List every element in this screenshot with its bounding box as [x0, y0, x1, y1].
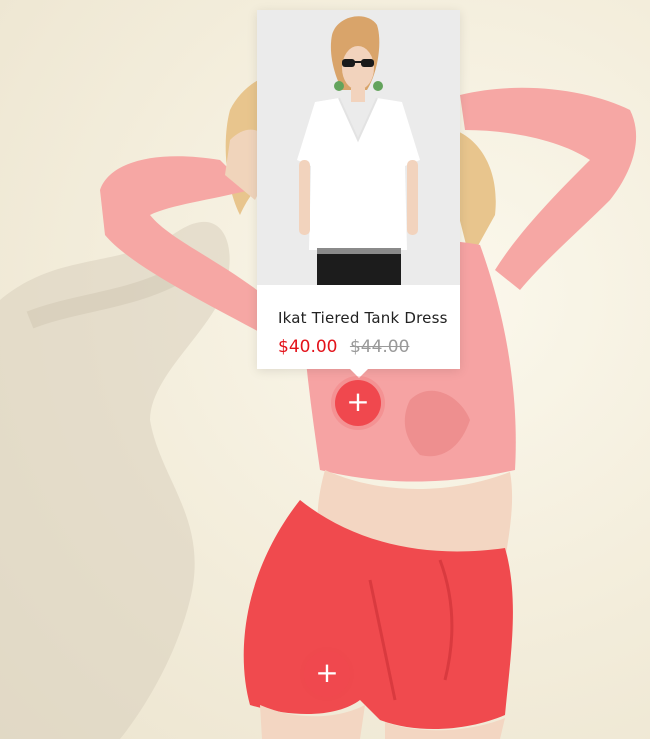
white-tshirt-product-photo-icon: [257, 10, 460, 285]
price-current: $40.00: [278, 337, 338, 357]
product-image[interactable]: [257, 10, 460, 285]
price-row: $40.00 $44.00: [278, 337, 409, 357]
hotspot-plus-button-shirt[interactable]: +: [335, 380, 381, 426]
price-original: $44.00: [349, 337, 410, 357]
plus-icon: +: [346, 385, 370, 418]
product-title[interactable]: Ikat Tiered Tank Dress: [278, 309, 448, 327]
hotspot-plus-button-shorts[interactable]: +: [304, 651, 350, 697]
product-popup-card[interactable]: Ikat Tiered Tank Dress $40.00 $44.00: [257, 10, 460, 378]
plus-icon: +: [315, 656, 339, 689]
